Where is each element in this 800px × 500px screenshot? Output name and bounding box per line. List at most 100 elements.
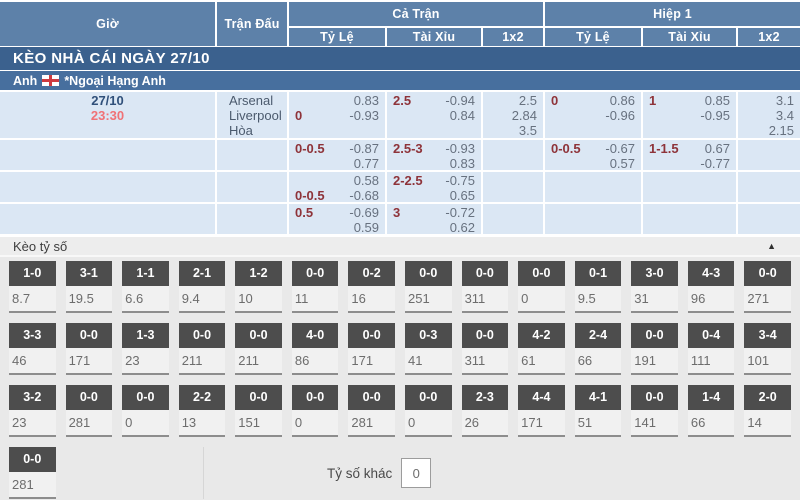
score-cell[interactable]: 0-00 (405, 385, 452, 437)
odds-cell-ft-overunder[interactable]: 2.5-3-0.930.83 (387, 140, 481, 170)
score-cell[interactable]: 0-0211 (179, 323, 226, 375)
odds-line: 0.57 (551, 156, 635, 170)
score-odds: 23 (9, 410, 56, 437)
odds-cell-h1-1x2 (738, 204, 800, 234)
column-divider (203, 447, 204, 499)
other-score-label: Tỷ số khác (327, 466, 392, 481)
score-odds: 10 (235, 286, 282, 313)
score-cell[interactable]: 1-323 (122, 323, 169, 375)
odds-cell-ft-handicap[interactable]: 0.830-0.93 (289, 92, 385, 138)
odds-cell-ft-overunder[interactable]: 2.5-0.940.84 (387, 92, 481, 138)
score-cell[interactable]: 2-014 (744, 385, 791, 437)
score-cell[interactable]: 0-0211 (235, 323, 282, 375)
score-cell[interactable]: 0-0311 (462, 261, 509, 313)
score-cell[interactable]: 0-0281 (9, 447, 56, 499)
score-cell[interactable]: 1-08.7 (9, 261, 56, 313)
odds-line: 0.62 (393, 220, 475, 234)
score-cell[interactable]: 0-0271 (744, 261, 791, 313)
score-cell[interactable]: 2-466 (575, 323, 622, 375)
odds-value: -0.72 (445, 205, 475, 220)
odds-cell-ft-1x2 (483, 204, 543, 234)
score-cell[interactable]: 1-16.6 (122, 261, 169, 313)
odds-line: 0-0.93 (295, 108, 379, 123)
score-cell[interactable]: 0-0171 (66, 323, 113, 375)
score-box: 1-3 (122, 323, 169, 348)
league-country: Anh (13, 74, 37, 88)
league-bar[interactable]: Anh *Ngoại Hạng Anh (0, 71, 800, 90)
score-cell[interactable]: 0-0171 (348, 323, 395, 375)
score-odds: 191 (631, 348, 678, 375)
score-cell[interactable]: 4-151 (575, 385, 622, 437)
score-cell[interactable]: 2-19.4 (179, 261, 226, 313)
score-cell[interactable]: 3-119.5 (66, 261, 113, 313)
odds-cell-ft-1x2[interactable]: 2.52.843.5 (483, 92, 543, 138)
odds-cell-h1-handicap[interactable]: 00.86-0.96 (545, 92, 641, 138)
score-cell[interactable]: 0-4111 (688, 323, 735, 375)
odds-cell-ft-handicap[interactable]: 0-0.5-0.870.77 (289, 140, 385, 170)
day-title: KÈO NHÀ CÁI NGÀY 27/10 (13, 50, 210, 67)
odds-line: 0-0.5-0.87 (295, 141, 379, 156)
odds-cell-ft-overunder[interactable]: 3-0.720.62 (387, 204, 481, 234)
odds-cell-h1-1x2[interactable]: 3.13.42.15 (738, 92, 800, 138)
odds-line: 2.5-0.94 (393, 93, 475, 108)
score-odds: 171 (66, 348, 113, 375)
odds-value: 0.83 (354, 93, 379, 108)
score-odds: 171 (348, 348, 395, 375)
score-cell[interactable]: 3-346 (9, 323, 56, 375)
score-cell[interactable]: 0-341 (405, 323, 452, 375)
match-row: 0.580-0.5-0.682-2.5-0.750.65 (0, 172, 800, 202)
score-cell[interactable]: 0-0191 (631, 323, 678, 375)
score-cell[interactable]: 0-00 (122, 385, 169, 437)
score-cell[interactable]: 4-261 (518, 323, 565, 375)
odds-line: 0.83 (393, 156, 475, 170)
odds-cell-h1-overunder[interactable]: 1-1.50.67-0.77 (643, 140, 736, 170)
handicap-value: 0-0.5 (295, 188, 325, 202)
score-box: 4-2 (518, 323, 565, 348)
score-cell[interactable]: 4-4171 (518, 385, 565, 437)
score-row: 0-0281 Tỷ số khác (9, 447, 791, 499)
odds-cell-ft-handicap[interactable]: 0.580-0.5-0.68 (289, 172, 385, 202)
match-cell: ArsenalLiverpoolHòa (217, 92, 287, 138)
score-cell[interactable]: 0-0281 (66, 385, 113, 437)
score-cell[interactable]: 3-223 (9, 385, 56, 437)
score-cell[interactable]: 0-0151 (235, 385, 282, 437)
score-odds: 211 (235, 348, 282, 375)
score-cell[interactable]: 1-210 (235, 261, 282, 313)
time-cell: 27/1023:30 (0, 92, 215, 138)
score-odds: 16 (348, 286, 395, 313)
score-cell[interactable]: 0-00 (518, 261, 565, 313)
score-cell[interactable]: 2-326 (462, 385, 509, 437)
score-box: 0-0 (235, 323, 282, 348)
score-box: 3-3 (9, 323, 56, 348)
score-cell[interactable]: 0-0141 (631, 385, 678, 437)
team-name: Arsenal (229, 93, 287, 108)
score-cell[interactable]: 0-216 (348, 261, 395, 313)
score-cell[interactable]: 0-0311 (462, 323, 509, 375)
collapse-icon[interactable]: ▲ (767, 242, 776, 251)
odds-line: 2.84 (489, 108, 537, 123)
score-cell[interactable]: 0-0251 (405, 261, 452, 313)
odds-cell-ft-overunder[interactable]: 2-2.5-0.750.65 (387, 172, 481, 202)
odds-line: 3.4 (744, 108, 794, 123)
score-cell[interactable]: 3-4101 (744, 323, 791, 375)
score-box: 0-4 (688, 323, 735, 348)
score-cell[interactable]: 0-011 (292, 261, 339, 313)
odds-cell-h1-overunder (643, 204, 736, 234)
odds-table-header: Giờ Trận Đấu Cả Trận Hiệp 1 Tỷ Lệ Tài Xỉ… (0, 0, 800, 46)
odds-value: 0.59 (354, 220, 379, 234)
score-cell[interactable]: 2-213 (179, 385, 226, 437)
score-cell[interactable]: 0-0281 (348, 385, 395, 437)
score-cell[interactable]: 1-466 (688, 385, 735, 437)
odds-value: 3.4 (776, 108, 794, 123)
score-cell[interactable]: 4-396 (688, 261, 735, 313)
odds-cell-h1-handicap[interactable]: 0-0.5-0.670.57 (545, 140, 641, 170)
other-score-input[interactable] (401, 458, 431, 488)
score-cell[interactable]: 4-086 (292, 323, 339, 375)
score-box: 0-0 (631, 385, 678, 410)
col-header-ty-le-h1: Tỷ Lệ (545, 28, 641, 46)
score-cell[interactable]: 0-00 (292, 385, 339, 437)
score-cell[interactable]: 3-031 (631, 261, 678, 313)
odds-cell-ft-handicap[interactable]: 0.5-0.690.59 (289, 204, 385, 234)
score-cell[interactable]: 0-19.5 (575, 261, 622, 313)
odds-cell-h1-overunder[interactable]: 10.85-0.95 (643, 92, 736, 138)
